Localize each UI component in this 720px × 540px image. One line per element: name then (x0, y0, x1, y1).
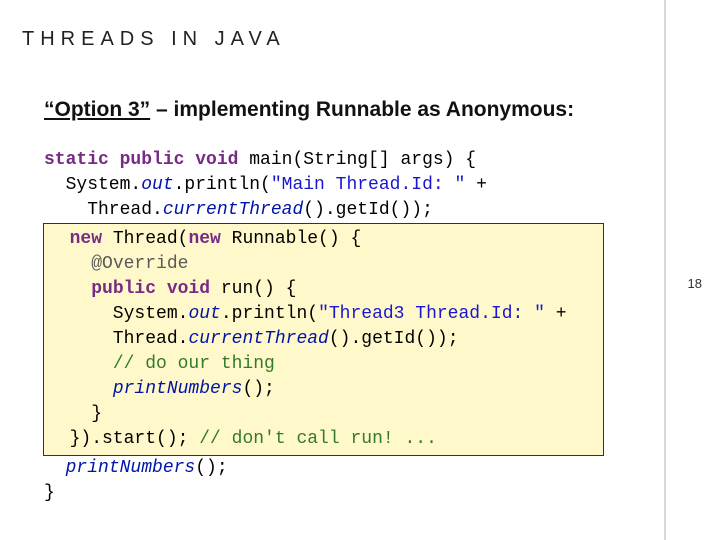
slide-heading: “Option 3” – implementing Runnable as An… (44, 98, 574, 122)
code-block: static public void main(String[] args) {… (44, 148, 646, 506)
page-number: 18 (688, 276, 702, 291)
page-right-edge (664, 0, 666, 540)
page-title: THREADS IN JAVA (22, 28, 286, 51)
code-highlight: new Thread(new Runnable() { @Override pu… (43, 223, 604, 456)
heading-underlined: “Option 3” (44, 98, 150, 121)
heading-rest: – implementing Runnable as Anonymous: (150, 98, 574, 121)
